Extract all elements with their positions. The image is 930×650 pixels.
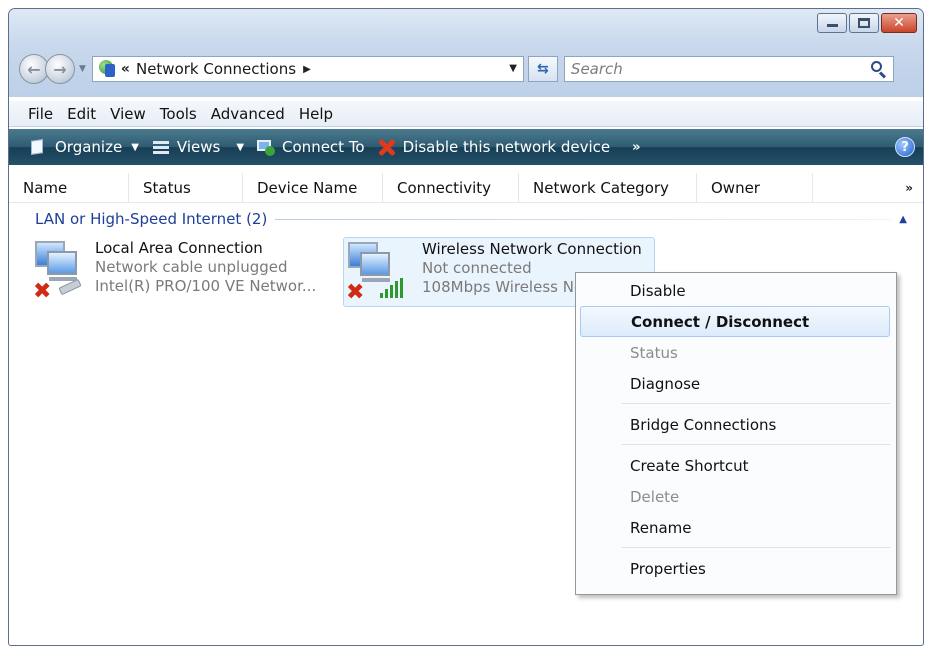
forward-button[interactable]: → [45,54,75,84]
recent-pages-dropdown[interactable]: ▼ [79,64,86,74]
more-columns-button[interactable]: » [905,181,913,195]
menu-item-delete: Delete [630,487,680,506]
menu-item-connect-disconnect[interactable]: Connect / Disconnect [580,306,890,337]
menu-item-diagnose[interactable]: Diagnose [580,368,890,399]
address-dropdown-icon[interactable]: ▼ [509,63,517,74]
group-header[interactable]: LAN or High-Speed Internet (2) ▲ [35,209,915,229]
minimize-button[interactable] [817,13,847,33]
network-cable-icon [58,278,82,296]
menu-separator [622,444,890,445]
search-box [563,56,894,82]
views-label: Views [176,138,221,156]
command-bar: Organize ▼ Views ▼ Connect To Disable th… [9,129,923,165]
organize-label: Organize [55,138,123,156]
menu-separator [622,403,890,404]
menu-item-properties[interactable]: Properties [580,553,890,584]
column-owner[interactable]: Owner [697,172,813,203]
menu-bar: File Edit View Tools Advanced Help [9,101,923,127]
lan-details: Local Area Connection Network cable unpl… [95,237,316,307]
connection-status: Network cable unplugged [95,258,288,276]
views-icon [151,138,171,156]
connection-tile-lan[interactable]: ✖ Local Area Connection Network cable un… [31,237,351,307]
menu-item-status: Status [630,343,678,362]
disable-device-button[interactable]: Disable this network device [377,138,611,157]
group-label: LAN or High-Speed Internet (2) [35,210,268,228]
breadcrumb-chevron-icon[interactable]: ▶ [303,64,311,75]
connection-device: Intel(R) PRO/100 VE Networ... [95,277,317,295]
disable-device-label: Disable this network device [402,138,611,156]
chevron-down-icon: ▼ [236,141,245,153]
connection-name: Wireless Network Connection [422,240,642,258]
window-controls: ✕ [817,13,917,33]
wireless-connection-icon: ✖ [344,238,406,304]
address-bar[interactable]: « Network Connections ▶ ▼ [91,56,524,82]
context-menu: Disable Connect / Disconnect Status Diag… [575,272,897,595]
search-icon[interactable] [870,60,888,79]
column-device-name[interactable]: Device Name [243,172,383,203]
maximize-button[interactable] [849,13,879,33]
menu-advanced[interactable]: Advanced [206,105,294,123]
column-headers: Name Status Device Name Connectivity Net… [9,172,923,203]
breadcrumb-overflow[interactable]: « [121,61,130,77]
menu-separator [622,547,890,548]
column-name[interactable]: Name [9,172,129,203]
menu-file[interactable]: File [23,105,62,123]
search-input[interactable] [570,60,841,78]
menu-item-bridge-connections[interactable]: Bridge Connections [580,409,890,440]
column-network-category[interactable]: Network Category [519,172,697,203]
lan-connection-icon: ✖ [31,237,93,303]
connection-name: Local Area Connection [95,239,263,257]
group-divider [275,218,892,220]
menu-help[interactable]: Help [294,105,342,123]
organize-icon [29,138,49,156]
menu-view[interactable]: View [105,105,155,123]
organize-button[interactable]: Organize ▼ [29,138,139,156]
navigation-row: ← → ▼ « Network Connections ▶ ▼ ⇆ [19,53,913,85]
menu-tools[interactable]: Tools [155,105,206,123]
refresh-button[interactable]: ⇆ [527,56,558,82]
signal-strength-icon [380,278,406,298]
explorer-window: ✕ ← → ▼ « Network Connections ▶ ▼ ⇆ File… [8,8,924,646]
column-status[interactable]: Status [129,172,243,203]
error-x-icon: ✖ [33,279,52,304]
breadcrumb-network-connections[interactable]: Network Connections [136,60,296,78]
menu-item-create-shortcut[interactable]: Create Shortcut [580,450,890,481]
arrow-left-icon: ← [27,59,41,79]
error-x-icon: ✖ [346,280,365,305]
close-icon: ✕ [893,15,905,31]
menu-edit[interactable]: Edit [62,105,105,123]
connect-to-button[interactable]: Connect To [256,138,365,156]
close-button[interactable]: ✕ [881,13,917,33]
red-x-icon [377,138,397,157]
toolbar-overflow-button[interactable]: » [632,140,640,155]
help-icon[interactable]: ? [895,137,915,157]
minimize-icon [826,19,838,27]
menu-item-rename[interactable]: Rename [580,512,890,543]
connect-to-icon [256,138,276,156]
arrow-right-icon: → [53,59,67,79]
refresh-icon: ⇆ [537,61,549,77]
maximize-icon [858,18,870,28]
menu-item-disable[interactable]: Disable [580,275,890,306]
views-button[interactable]: Views ▼ [151,138,244,156]
column-connectivity[interactable]: Connectivity [383,172,519,203]
connect-to-label: Connect To [282,138,365,156]
network-connections-icon [97,60,117,78]
chevron-down-icon: ▼ [131,141,139,153]
collapse-chevron-icon[interactable]: ▲ [899,214,907,225]
title-bar: ✕ ← → ▼ « Network Connections ▶ ▼ ⇆ [9,9,923,97]
